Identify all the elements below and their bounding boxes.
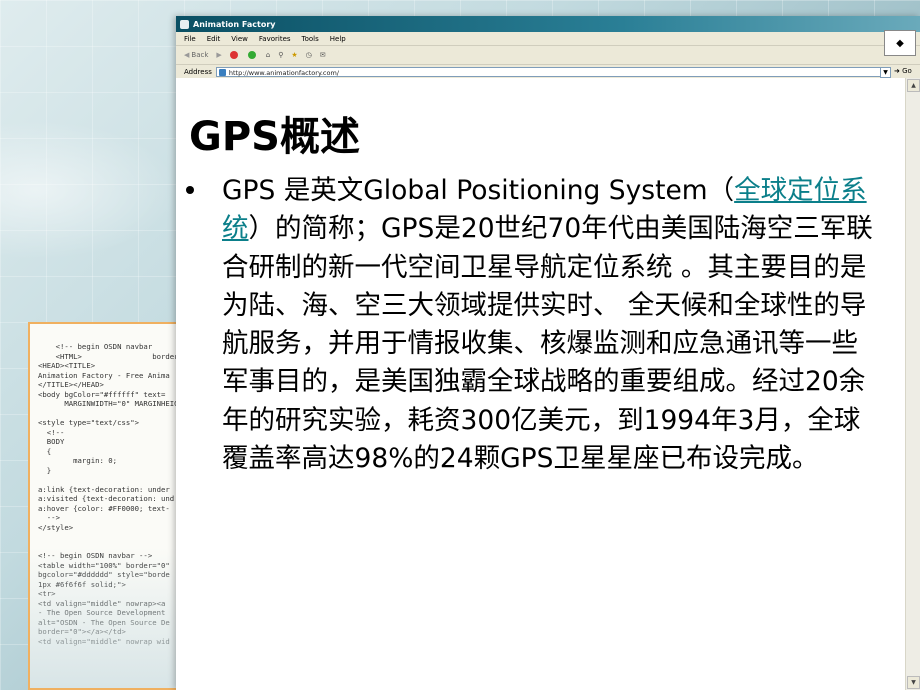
menu-favorites[interactable]: Favorites: [259, 35, 291, 43]
menu-view[interactable]: View: [231, 35, 248, 43]
forward-arrow-icon: ▶: [216, 51, 222, 59]
go-label: Go: [902, 67, 912, 75]
search-button[interactable]: ⚲: [278, 51, 283, 59]
title-bar: Animation Factory: [176, 16, 920, 32]
bullet-text-part2: ）的简称；GPS是20世纪70年代由美国陆海空三军联合研制的新一代空间卫星导航定…: [222, 213, 873, 475]
address-input[interactable]: http://www.animationfactory.com/: [215, 67, 886, 77]
bullet-text-part1: GPS 是英文Global Positioning System（: [222, 175, 735, 206]
menu-bar: File Edit View Favorites Tools Help ◆: [176, 30, 920, 56]
go-button[interactable]: ➜ Go: [894, 67, 912, 75]
code-panel: <!-- begin OSDN navbar <HTML> border <HE…: [28, 322, 200, 690]
background-glow: [0, 120, 180, 260]
code-fade: [30, 548, 198, 688]
home-button[interactable]: ⌂: [266, 51, 270, 59]
scroll-up-icon[interactable]: ▲: [907, 79, 920, 92]
slide-title: GPS概述: [189, 114, 360, 160]
address-dropdown-icon[interactable]: ▼: [880, 67, 891, 78]
mail-icon: ✉: [319, 51, 326, 59]
back-label: Back: [191, 51, 209, 59]
forward-button[interactable]: ▶: [216, 51, 221, 59]
refresh-button[interactable]: [247, 51, 258, 59]
mail-button[interactable]: ✉: [320, 51, 326, 59]
scroll-down-icon[interactable]: ▼: [907, 676, 920, 689]
refresh-icon: [247, 51, 256, 59]
window-title: Animation Factory: [193, 19, 276, 29]
bullet-paragraph: GPS 是英文Global Positioning System（全球定位系统）…: [222, 172, 882, 478]
page-icon: [218, 69, 226, 76]
favorites-button[interactable]: ★: [291, 51, 297, 59]
star-icon: ★: [291, 51, 298, 59]
home-icon: ⌂: [265, 51, 271, 59]
stop-icon: [229, 51, 238, 59]
search-icon: ⚲: [278, 51, 284, 59]
app-icon: [180, 19, 189, 29]
bullet-icon: [186, 186, 194, 194]
menu-tools[interactable]: Tools: [302, 35, 319, 43]
address-label: Address: [184, 68, 212, 76]
stop-button[interactable]: [229, 51, 240, 59]
vertical-scrollbar[interactable]: ▲ ▼: [905, 78, 920, 690]
address-url: http://www.animationfactory.com/: [228, 69, 339, 77]
history-button[interactable]: ◷: [306, 51, 312, 59]
history-icon: ◷: [305, 51, 312, 59]
menu-edit[interactable]: Edit: [207, 35, 221, 43]
toolbar: ◀ Back ▶ ⌂ ⚲ ★ ◷ ✉: [176, 46, 920, 65]
menu-help[interactable]: Help: [330, 35, 346, 43]
menu-file[interactable]: File: [184, 35, 196, 43]
back-arrow-icon: ◀: [184, 51, 190, 59]
back-button[interactable]: ◀ Back: [184, 51, 208, 59]
browser-logo-icon: ◆: [884, 30, 916, 56]
